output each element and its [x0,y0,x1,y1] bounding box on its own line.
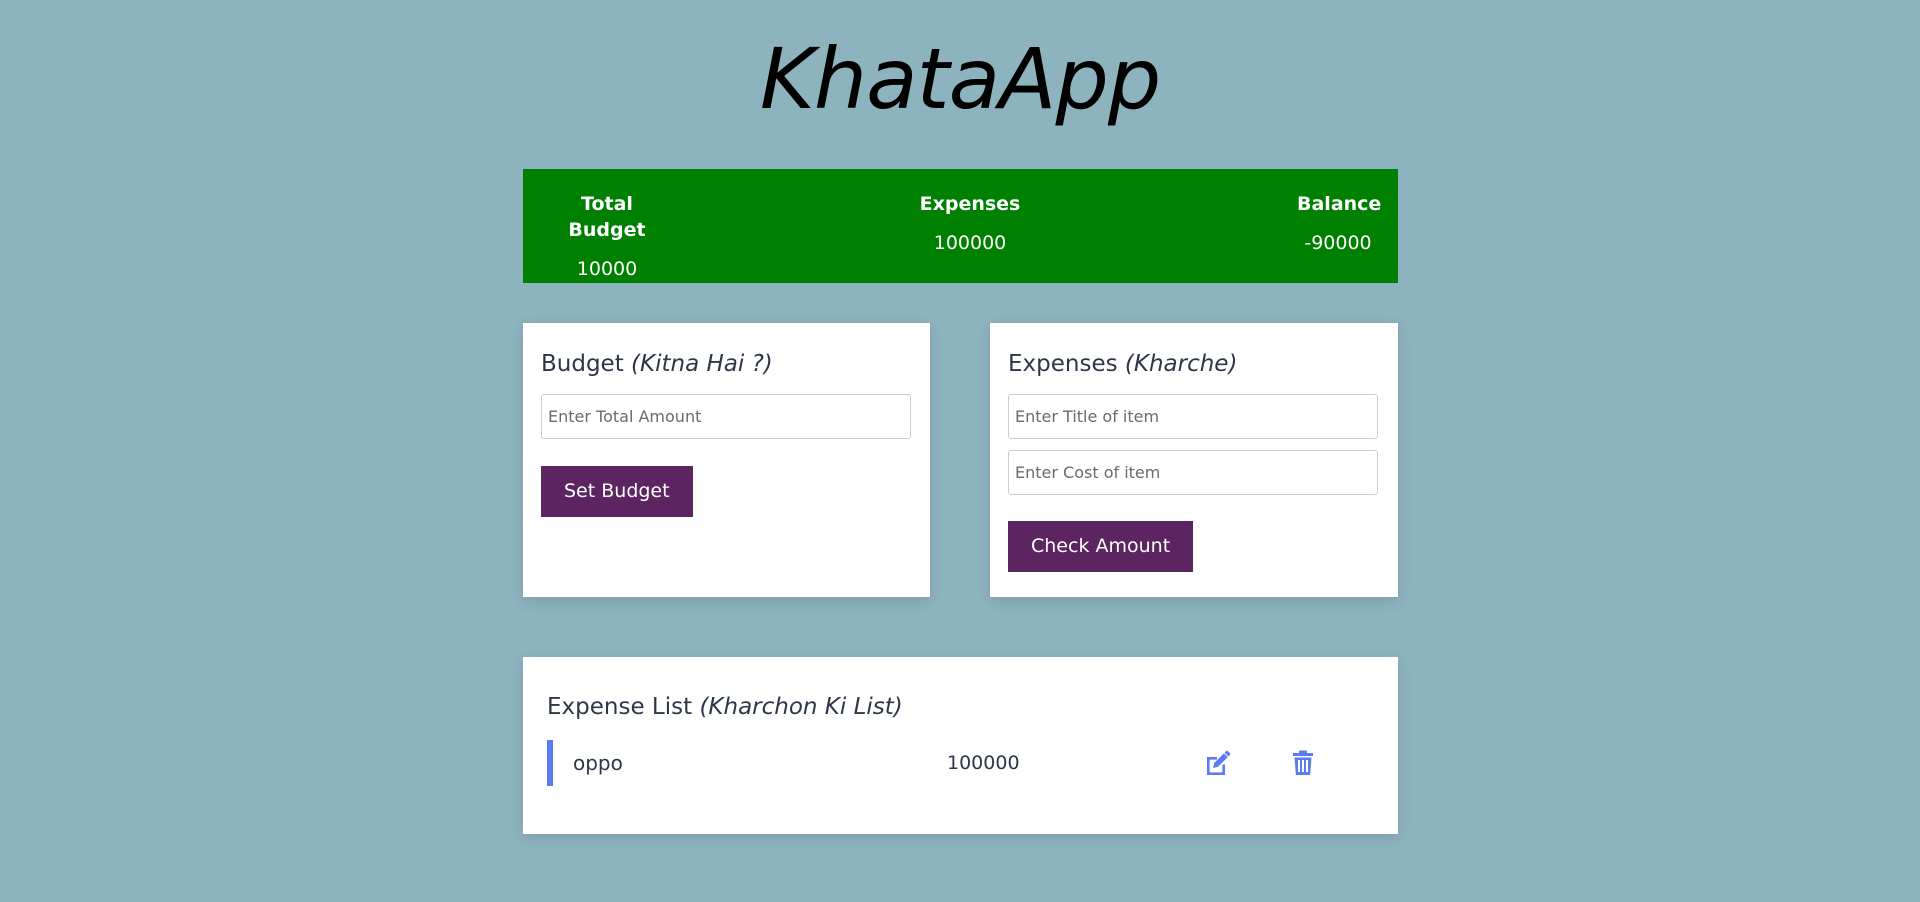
list-item: oppo 100000 [547,740,1377,786]
budget-card-subtitle: (Kitna Hai ?) [631,351,773,377]
expenses-summary: Expenses 100000 [905,191,1035,256]
expense-card-title-text: Expenses [1008,351,1118,377]
expense-card: Expenses (Kharche) Check Amount [990,323,1398,597]
trash-icon[interactable] [1289,749,1317,777]
budget-card: Budget (Kitna Hai ?) Set Budget [523,323,930,597]
expense-card-subtitle: (Kharche) [1124,351,1238,377]
summary-bar: Total Budget 10000 Expenses 100000 Balan… [523,169,1398,283]
expenses-value: 100000 [933,232,1007,254]
balance-value: -90000 [1304,232,1372,254]
expense-list-subtitle: (Kharchon Ki List) [699,694,903,720]
total-budget-label: Total Budget [568,193,646,241]
expense-list-card: Expense List (Kharchon Ki List) oppo 100… [523,657,1398,834]
balance-label: Balance [1297,193,1382,215]
item-title-input[interactable] [1008,394,1378,439]
list-item-accent-bar [547,740,553,786]
app-title: KhataApp [759,30,1161,128]
budget-card-title-text: Budget [541,351,624,377]
set-budget-button[interactable]: Set Budget [541,466,693,517]
expenses-label: Expenses [919,193,1021,215]
list-item-cost: 100000 [947,752,1020,774]
expense-list-title-text: Expense List [547,694,693,720]
expense-card-title: Expenses (Kharche) [1008,349,1237,379]
expense-list-title: Expense List (Kharchon Ki List) [547,692,903,722]
edit-icon[interactable] [1203,749,1231,777]
list-item-name: oppo [573,751,623,775]
balance-summary: Balance -90000 [1297,191,1382,256]
total-budget-summary: Total Budget 10000 [546,191,668,282]
budget-card-title: Budget (Kitna Hai ?) [541,349,773,379]
total-amount-input[interactable] [541,394,911,439]
total-budget-value: 10000 [576,258,638,280]
item-cost-input[interactable] [1008,450,1378,495]
check-amount-button[interactable]: Check Amount [1008,521,1194,572]
